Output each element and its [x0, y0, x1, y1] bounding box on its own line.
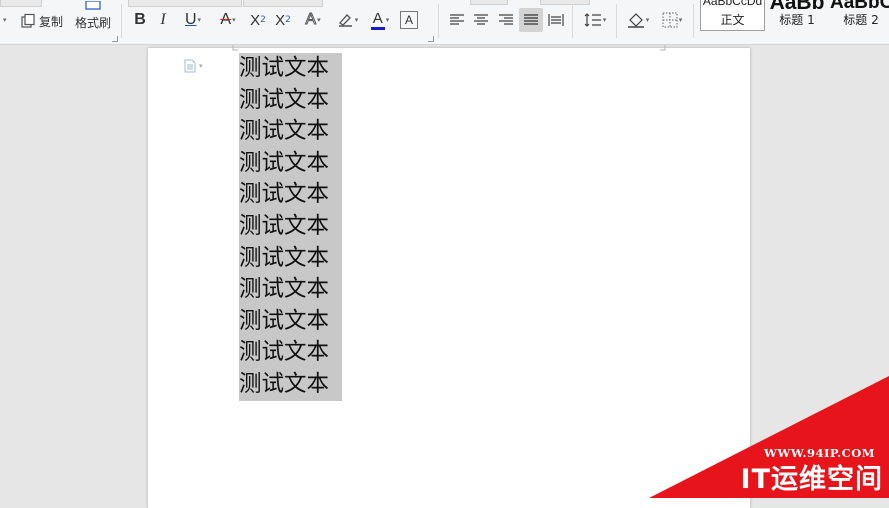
text-line[interactable]: 测试文本: [239, 306, 342, 338]
strikethrough-icon: A: [220, 11, 232, 28]
text-line[interactable]: 测试文本: [239, 337, 342, 369]
watermark-title: IT运维空间: [740, 464, 883, 495]
align-left-button[interactable]: [448, 11, 466, 29]
document-icon: [184, 59, 196, 73]
paragraph-layout-caret: ▾: [199, 62, 203, 70]
paragraph-layout-button[interactable]: ▾: [184, 59, 203, 73]
line-spacing-dropdown-caret[interactable]: ▾: [603, 16, 607, 24]
text-line[interactable]: 测试文本: [239, 148, 342, 180]
underline-dropdown-caret[interactable]: ▾: [198, 16, 202, 24]
group-divider: [693, 4, 694, 38]
superscript-icon: X: [250, 11, 261, 29]
text-line[interactable]: 测试文本: [239, 179, 342, 211]
style-heading-2[interactable]: AaBbC 标题 2: [830, 0, 889, 30]
text-effect-button[interactable]: A ▾: [298, 10, 328, 30]
align-center-button[interactable]: [472, 11, 490, 29]
borders-button[interactable]: ▾: [657, 10, 687, 30]
style-name-normal: 正文: [720, 13, 745, 27]
highlight-button[interactable]: ▾: [333, 10, 361, 30]
align-center-icon: [474, 14, 488, 25]
underline-icon: U: [184, 11, 197, 28]
superscript-button[interactable]: X2: [247, 10, 269, 30]
line-spacing-button[interactable]: ▾: [580, 10, 610, 30]
align-right-icon: [499, 14, 513, 25]
font-size-box-edge[interactable]: [243, 0, 323, 7]
text-line[interactable]: 测试文本: [239, 85, 342, 117]
toolbar-ribbon: ▾ 复制 格式刷 B I U ▾ A ▾ X2 X2 A ▾ ▾ A ▾ A ▾…: [0, 0, 889, 45]
text-line[interactable]: 测试文本: [239, 369, 342, 401]
text-effect-icon: A: [305, 11, 317, 29]
highlight-dropdown-caret[interactable]: ▾: [355, 16, 359, 24]
justify-icon: [524, 14, 538, 25]
font-dialog-launcher[interactable]: [428, 36, 434, 42]
style-name-heading-2: 标题 2: [843, 13, 879, 27]
subscript-button[interactable]: X2: [272, 10, 294, 30]
clipboard-dialog-launcher[interactable]: [112, 36, 118, 42]
indent-button-edge[interactable]: [540, 0, 590, 5]
borders-dropdown-caret[interactable]: ▾: [679, 16, 683, 24]
group-divider: [121, 4, 122, 38]
margin-corner-top-left: [232, 45, 238, 51]
distributed-button[interactable]: [547, 11, 565, 29]
justify-button[interactable]: [519, 8, 543, 32]
align-left-icon: [450, 14, 464, 25]
distributed-align-icon: [548, 14, 564, 26]
margin-corner-top-right: [660, 45, 666, 51]
strikethrough-dropdown-caret[interactable]: ▾: [232, 16, 236, 24]
text-line[interactable]: 测试文本: [239, 53, 342, 85]
borders-icon: [662, 12, 678, 28]
text-line[interactable]: 测试文本: [239, 211, 342, 243]
copy-button[interactable]: 复制: [20, 11, 63, 31]
shading-dropdown-caret[interactable]: ▾: [646, 16, 650, 24]
selected-text-block[interactable]: 测试文本 测试文本 测试文本 测试文本 测试文本 测试文本 测试文本 测试文本 测试文本 测试文本…: [239, 53, 342, 401]
style-preview-normal: AaBbCcDd: [702, 0, 763, 8]
format-painter-icon: [85, 0, 101, 10]
font-name-box-edge[interactable]: [128, 0, 242, 7]
group-divider: [572, 4, 573, 38]
style-heading-1[interactable]: AaBb 标题 1: [765, 0, 829, 30]
font-color-dropdown-caret[interactable]: ▾: [386, 16, 390, 24]
watermark-corner: WWW.94IP.COM IT运维空间: [649, 376, 889, 498]
paste-dropdown-caret[interactable]: ▾: [3, 16, 7, 24]
copy-label: 复制: [39, 14, 64, 29]
subscript-mark: 2: [285, 15, 291, 25]
style-name-heading-1: 标题 1: [779, 13, 815, 27]
format-painter-button[interactable]: 格式刷: [74, 0, 112, 32]
paint-bucket-icon: [627, 13, 644, 28]
text-line[interactable]: 测试文本: [239, 116, 342, 148]
style-normal[interactable]: AaBbCcDd 正文: [700, 0, 765, 31]
line-spacing-icon: [584, 13, 601, 27]
group-divider: [438, 4, 439, 38]
strikethrough-button[interactable]: A ▾: [213, 10, 243, 30]
underline-button[interactable]: U ▾: [178, 10, 208, 30]
font-color-bar: [370, 26, 385, 30]
text-line[interactable]: 测试文本: [239, 274, 342, 306]
subscript-icon: X: [275, 11, 286, 29]
list-button-edge[interactable]: [470, 0, 508, 5]
align-right-button[interactable]: [497, 11, 515, 29]
shading-button[interactable]: ▾: [623, 10, 653, 30]
copy-icon: [21, 13, 35, 28]
font-color-icon: A: [372, 9, 383, 27]
character-border-button[interactable]: A: [400, 11, 418, 29]
italic-button[interactable]: I: [155, 10, 171, 30]
superscript-mark: 2: [260, 15, 266, 25]
text-line[interactable]: 测试文本: [239, 243, 342, 275]
group-divider: [616, 4, 617, 38]
format-painter-label: 格式刷: [74, 15, 111, 30]
bold-button[interactable]: B: [131, 10, 149, 30]
paste-button-edge[interactable]: [0, 0, 42, 7]
font-color-button[interactable]: A ▾: [366, 9, 394, 31]
highlighter-icon: [338, 14, 352, 27]
text-effect-dropdown-caret[interactable]: ▾: [317, 16, 321, 24]
